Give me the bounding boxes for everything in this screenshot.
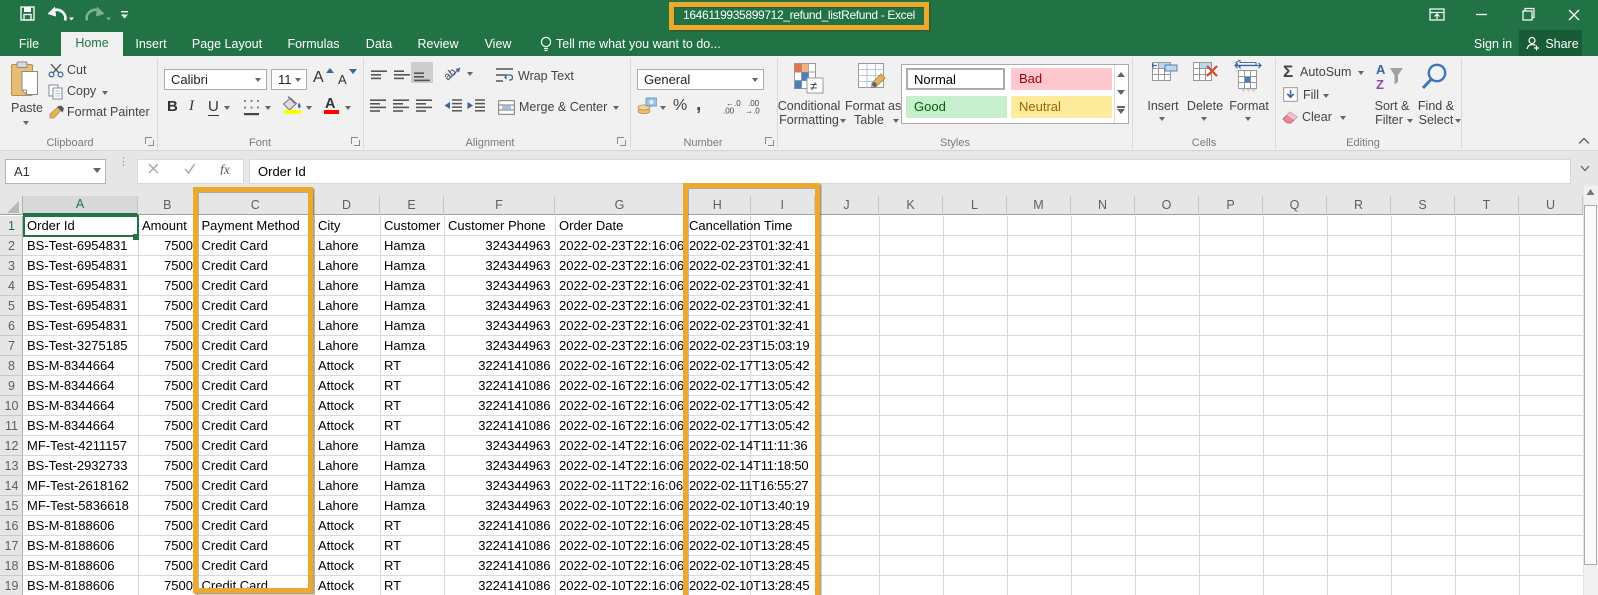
svg-text:A: A <box>1376 62 1386 77</box>
svg-text:ab: ab <box>444 66 459 82</box>
svg-text:Z: Z <box>1376 77 1384 92</box>
svg-text:.00: .00 <box>723 107 735 115</box>
svg-text:fx: fx <box>220 163 230 175</box>
svg-text:→.0: →.0 <box>745 107 760 115</box>
svg-text:≠: ≠ <box>810 79 817 94</box>
